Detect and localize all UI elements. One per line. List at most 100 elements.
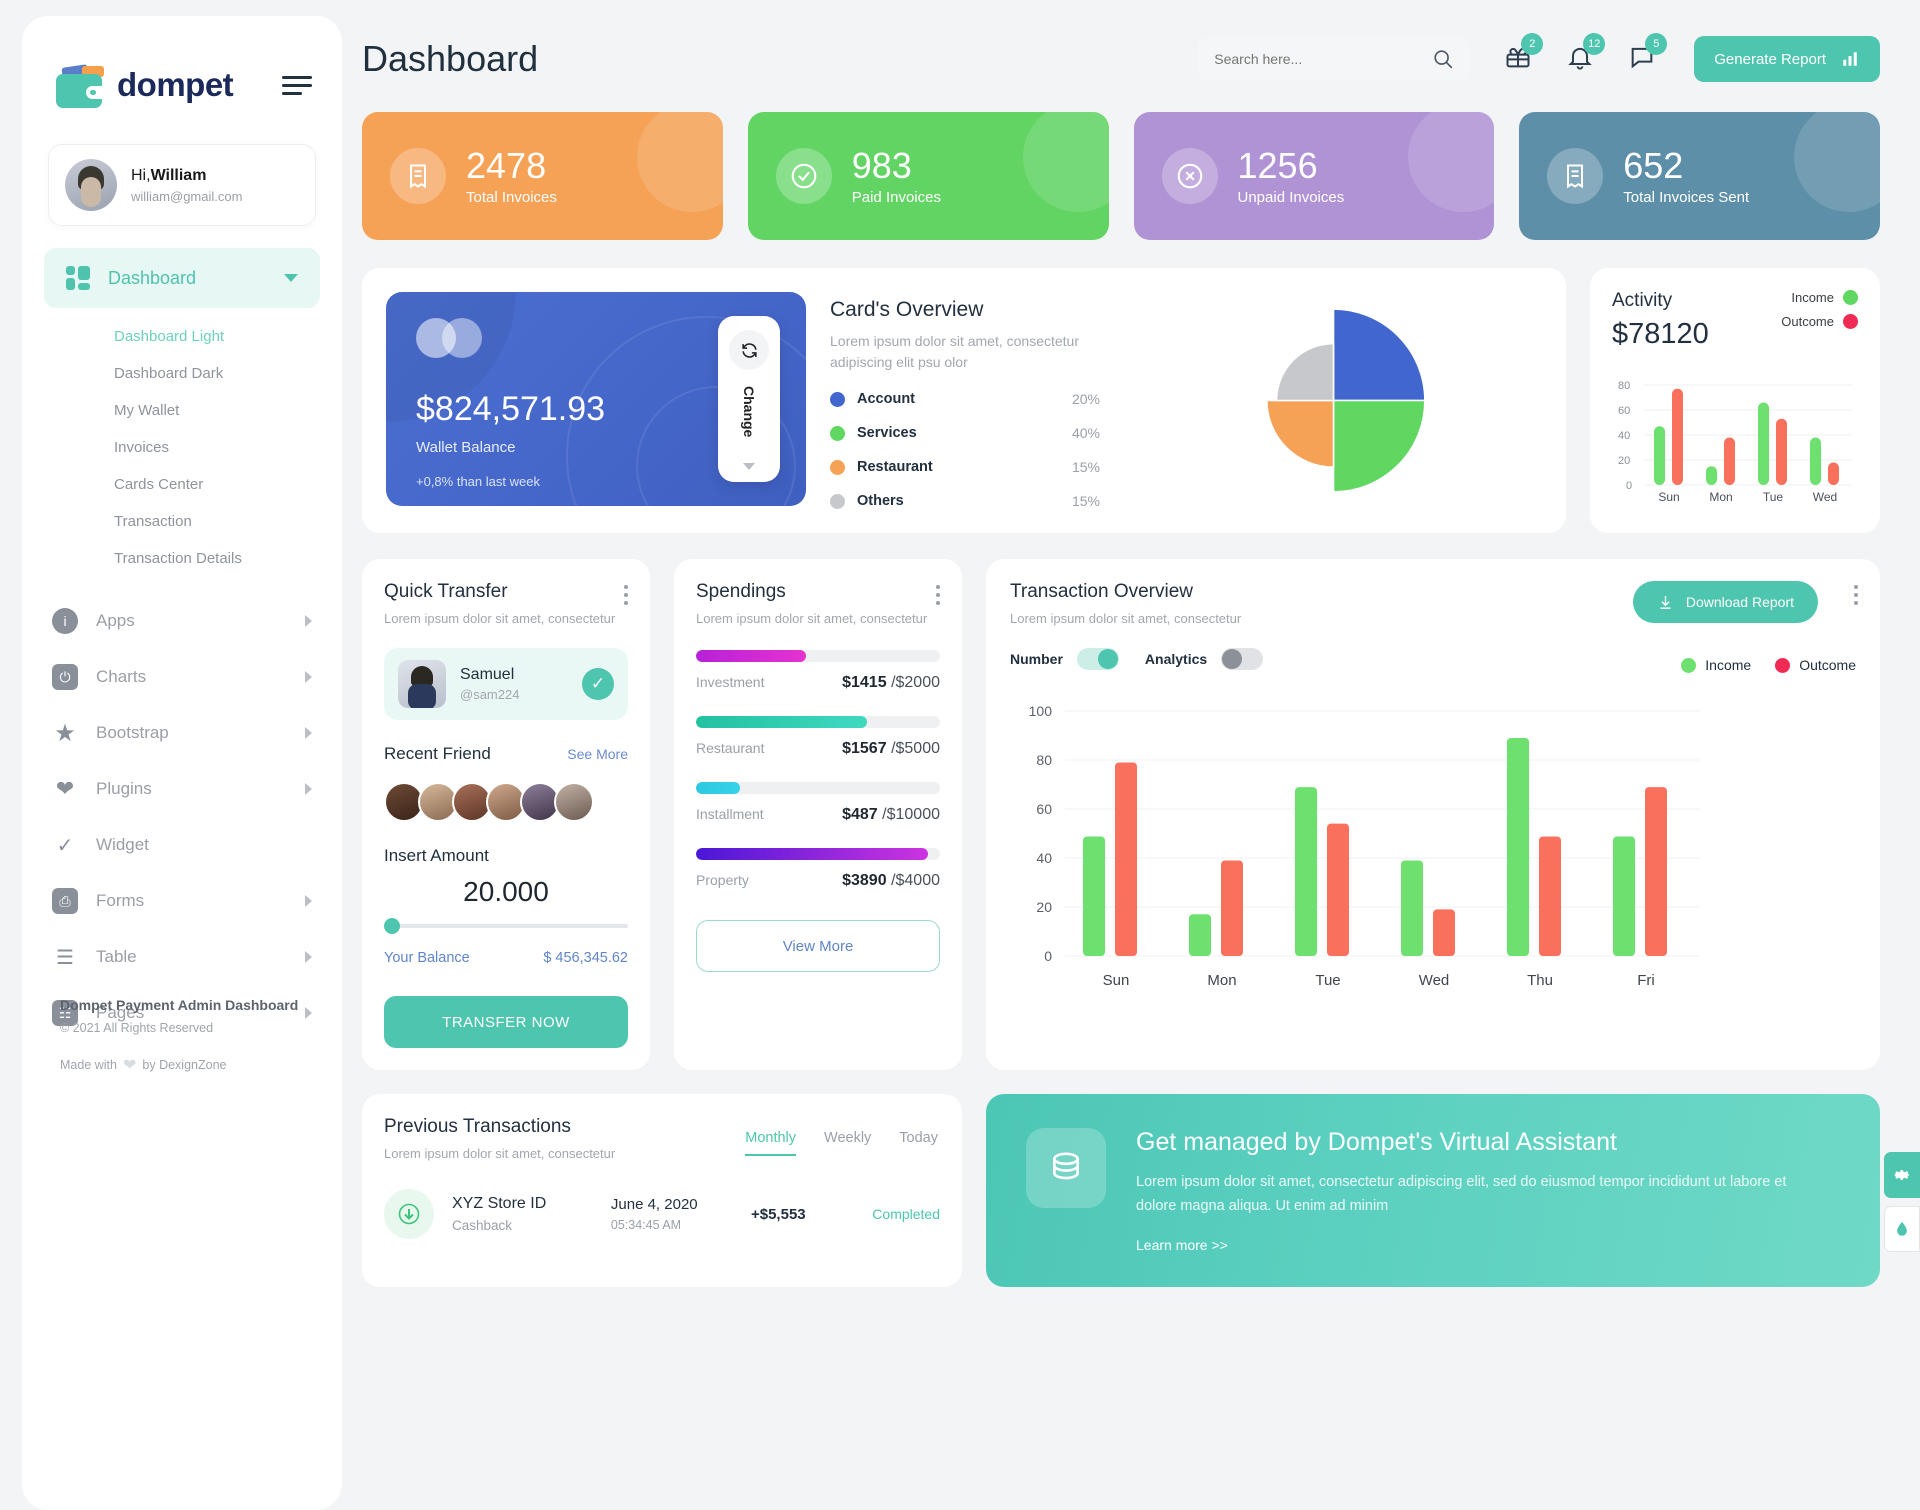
- spending-value: $1415: [842, 674, 887, 691]
- sidebar-item-widget[interactable]: ✓ Widget: [22, 817, 342, 873]
- legend-dot: [830, 493, 845, 509]
- sidebar-item-table[interactable]: ☰ Table: [22, 929, 342, 985]
- sidebar-subitem-cards-center[interactable]: Cards Center: [22, 466, 342, 503]
- bottom-row: Previous Transactions Lorem ipsum dolor …: [362, 1070, 1920, 1287]
- previous-transactions-panel: Previous Transactions Lorem ipsum dolor …: [362, 1094, 962, 1287]
- user-email: william@gmail.com: [131, 188, 243, 204]
- stat-card-total-invoices[interactable]: 2478 Total Invoices: [362, 112, 723, 240]
- transaction-name: XYZ Store ID: [452, 1195, 547, 1212]
- change-card-button[interactable]: Change: [718, 316, 780, 482]
- slider-handle[interactable]: [384, 918, 400, 934]
- sidebar-item-bootstrap[interactable]: ★ Bootstrap: [22, 705, 342, 761]
- activity-panel: Activity $78120 Income Outcome 80 60 40 20 0: [1590, 268, 1880, 533]
- transaction-bars: [1083, 738, 1667, 956]
- hamburger-menu-icon[interactable]: [282, 75, 312, 95]
- transaction-overview-menu-icon[interactable]: [1854, 585, 1858, 609]
- stat-value: 1256: [1237, 144, 1318, 186]
- gift-badge: 2: [1521, 32, 1544, 55]
- friend-avatars[interactable]: [384, 782, 628, 822]
- spending-name: Installment: [696, 806, 764, 822]
- sidebar-subitems: Dashboard Light Dashboard Dark My Wallet…: [22, 318, 342, 577]
- view-more-button[interactable]: View More: [696, 920, 940, 972]
- transaction-type: Cashback: [452, 1218, 513, 1233]
- toggle-number[interactable]: [1076, 648, 1119, 670]
- stat-value: 983: [851, 144, 912, 186]
- spending-max: /$4000: [891, 872, 940, 889]
- stat-card-unpaid-invoices[interactable]: 1256 Unpaid Invoices: [1133, 112, 1495, 240]
- legend-value: 15%: [1071, 459, 1100, 475]
- svg-text:Tue: Tue: [1315, 972, 1340, 989]
- sidebar-item-label: Bootstrap: [96, 723, 169, 742]
- spending-item-installment: Installment $487 /$10000: [696, 782, 940, 824]
- cards-overview-info: Card's Overview Lorem ipsum dolor sit am…: [830, 292, 1100, 509]
- transfer-amount-value[interactable]: 20.000: [384, 876, 628, 908]
- chevron-down-icon[interactable]: [743, 463, 755, 470]
- wallet-balance-card[interactable]: $824,571.93 Wallet Balance +0,8% than la…: [386, 292, 806, 506]
- legend-outcome: Outcome: [1775, 657, 1856, 673]
- messages-button[interactable]: 5: [1628, 32, 1668, 76]
- spending-name: Investment: [696, 674, 765, 690]
- theme-fab[interactable]: [1884, 1206, 1920, 1252]
- sidebar-subitem-transaction[interactable]: Transaction: [22, 503, 342, 540]
- sidebar-subitem-transaction-details[interactable]: Transaction Details: [22, 540, 342, 577]
- sidebar-subitem-dashboard-light[interactable]: Dashboard Light: [22, 318, 342, 355]
- tab-today[interactable]: Today: [899, 1130, 938, 1156]
- spendings-menu-icon[interactable]: [936, 585, 940, 609]
- sidebar-subitem-invoices[interactable]: Invoices: [22, 429, 342, 466]
- generate-report-button[interactable]: Generate Report: [1694, 36, 1880, 82]
- sidebar-subitem-dashboard-dark[interactable]: Dashboard Dark: [22, 355, 342, 392]
- bar-chart-icon: [1843, 52, 1857, 66]
- selected-recipient[interactable]: Samuel @sam224 ✓: [384, 648, 628, 720]
- settings-fab[interactable]: [1884, 1152, 1920, 1198]
- legend-label: Income: [1705, 657, 1752, 673]
- sidebar-item-apps[interactable]: i Apps: [22, 593, 342, 649]
- recipient-name: Samuel: [460, 666, 515, 683]
- sidebar-item-forms[interactable]: ⎙ Forms: [22, 873, 342, 929]
- sidebar-subitem-my-wallet[interactable]: My Wallet: [22, 392, 342, 429]
- progress-bar: [696, 782, 940, 794]
- transaction-amount: +$5,553: [750, 1205, 806, 1223]
- download-report-button[interactable]: Download Report: [1632, 581, 1818, 623]
- check-circle-icon: [775, 148, 832, 204]
- cards-overview-pie-chart: [1124, 292, 1542, 509]
- author-text: by DexignZone: [142, 1058, 227, 1072]
- spending-values: $3890 /$4000: [842, 872, 940, 890]
- see-more-link[interactable]: See More: [567, 746, 628, 762]
- sidebar-item-charts[interactable]: ⏻ Charts: [22, 649, 342, 705]
- transfer-now-button[interactable]: TRANSFER NOW: [384, 996, 628, 1048]
- stat-card-total-invoices-sent[interactable]: 652 Total Invoices Sent: [1519, 112, 1880, 240]
- amount-slider[interactable]: [384, 918, 628, 934]
- svg-text:Fri: Fri: [1637, 972, 1655, 989]
- svg-text:Sun: Sun: [1658, 490, 1679, 504]
- virtual-assistant-body: Lorem ipsum dolor sit amet, consectetur …: [1136, 1174, 1787, 1214]
- search-icon[interactable]: [1432, 48, 1454, 70]
- toggle-analytics[interactable]: [1221, 648, 1264, 670]
- search-input[interactable]: [1214, 51, 1425, 67]
- spending-item-investment: Investment $1415 /$2000: [696, 650, 940, 692]
- tab-weekly[interactable]: Weekly: [824, 1130, 871, 1156]
- svg-text:Wed: Wed: [1813, 490, 1837, 504]
- sidebar-main-items: i Apps ⏻ Charts ★ Bootstrap ❤ Plugins ✓ …: [22, 593, 342, 1041]
- user-profile-card[interactable]: Hi,William william@gmail.com: [48, 144, 316, 226]
- bell-badge: 12: [1583, 32, 1606, 55]
- search-box[interactable]: [1198, 37, 1471, 81]
- svg-text:60: 60: [1618, 405, 1630, 417]
- pie-slice-restaurant: [1265, 399, 1334, 468]
- table-row[interactable]: XYZ Store ID Cashback June 4, 2020 05:34…: [384, 1189, 940, 1239]
- notifications-button[interactable]: 12: [1566, 32, 1606, 76]
- stat-card-paid-invoices[interactable]: 983 Paid Invoices: [747, 112, 1109, 240]
- footer-line-2: © 2021 All Rights Reserved: [60, 1021, 214, 1035]
- brand-logo-group[interactable]: dompet: [56, 62, 234, 108]
- sidebar-item-plugins[interactable]: ❤ Plugins: [22, 761, 342, 817]
- quick-transfer-menu-icon[interactable]: [624, 585, 628, 609]
- gift-button[interactable]: 2: [1504, 32, 1544, 76]
- wallet-logo-icon: [56, 62, 106, 108]
- friend-avatar[interactable]: [554, 782, 594, 822]
- svg-text:Thu: Thu: [1527, 972, 1553, 989]
- learn-more-link[interactable]: Learn more >>: [1136, 1237, 1796, 1253]
- spending-max: /$5000: [891, 740, 940, 757]
- sidebar-item-dashboard[interactable]: Dashboard: [44, 248, 320, 308]
- tab-monthly[interactable]: Monthly: [745, 1130, 797, 1156]
- svg-text:Mon: Mon: [1207, 972, 1236, 989]
- spending-item-property: Property $3890 /$4000: [696, 848, 940, 890]
